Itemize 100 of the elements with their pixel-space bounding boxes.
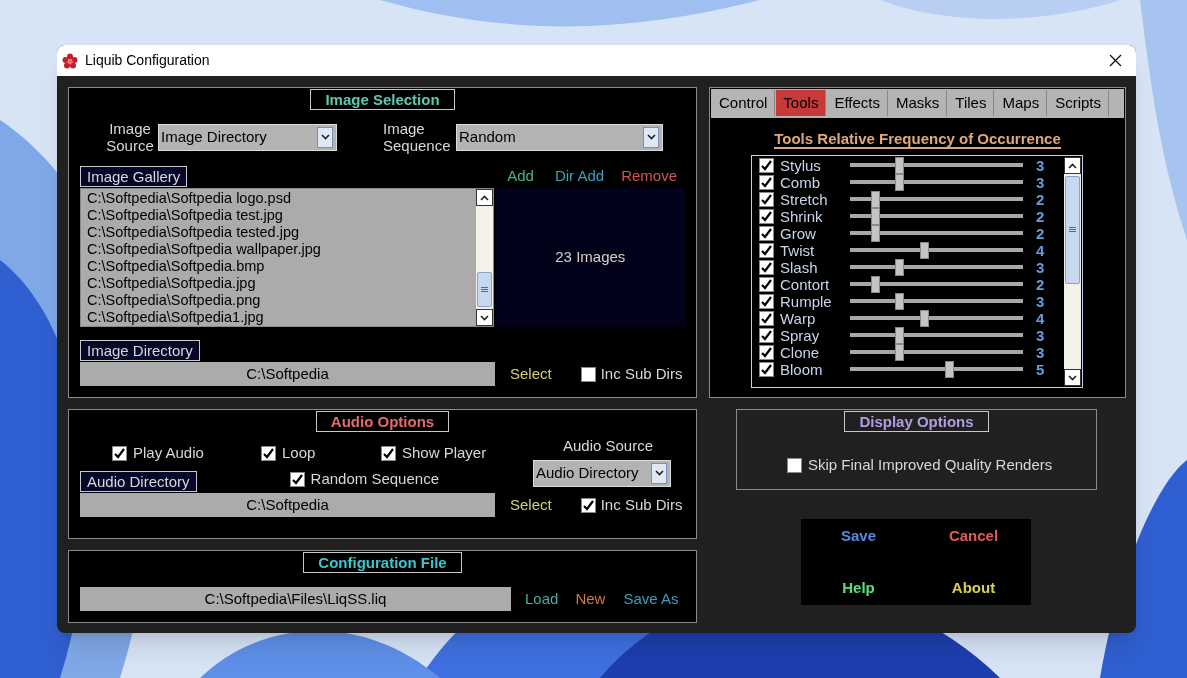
- checkbox[interactable]: [759, 243, 774, 258]
- checkbox[interactable]: [759, 345, 774, 360]
- gallery-item[interactable]: C:\Softpedia\Softpedia.png: [87, 292, 476, 309]
- checkbox-label: Loop: [282, 442, 316, 463]
- scroll-up-button[interactable]: [475, 189, 493, 206]
- window-title: Liquib Configuration: [85, 51, 210, 70]
- tool-name: Warp: [780, 310, 817, 327]
- slider-thumb[interactable]: [895, 344, 905, 361]
- tool-name: Twist: [780, 242, 816, 259]
- close-icon[interactable]: [1109, 54, 1122, 67]
- checkbox[interactable]: [759, 294, 774, 309]
- scrollbar-thumb[interactable]: [476, 272, 492, 307]
- gallery-item[interactable]: C:\Softpedia\Softpedia.jpg: [87, 275, 476, 292]
- image-count: 23 Images: [555, 247, 626, 268]
- checkbox-label: Show Player: [402, 442, 487, 463]
- dialog-button[interactable]: About: [949, 576, 998, 599]
- tool-name: Shrink: [780, 208, 824, 225]
- gallery-item[interactable]: C:\Softpedia\Softpedia tested.jpg: [87, 224, 476, 241]
- checkbox[interactable]: [759, 158, 774, 173]
- tool-name: Slash: [780, 259, 819, 276]
- action-link[interactable]: New: [575, 587, 606, 611]
- slider-thumb[interactable]: [944, 361, 954, 378]
- checkbox[interactable]: [261, 445, 276, 461]
- grip-icon: [480, 286, 488, 293]
- tab[interactable]: Tools: [776, 90, 827, 116]
- checkbox[interactable]: [759, 311, 774, 326]
- slider-thumb[interactable]: [895, 327, 905, 344]
- gallery-item[interactable]: C:\Softpedia\Softpedia logo.psd: [87, 190, 476, 207]
- tool-name: Rumple: [780, 293, 833, 310]
- action-link[interactable]: Add: [507, 164, 534, 187]
- scroll-down-button[interactable]: [1064, 369, 1081, 386]
- checkbox[interactable]: [759, 277, 774, 292]
- scroll-up-button[interactable]: [1064, 157, 1081, 174]
- scrollbar[interactable]: [475, 189, 493, 326]
- checkbox-label: Inc Sub Dirs: [600, 494, 683, 515]
- section-title: Audio Options: [315, 411, 450, 432]
- section-title: Image Selection: [310, 89, 455, 110]
- dialog-button[interactable]: Cancel: [946, 525, 1001, 548]
- action-link[interactable]: Dir Add: [554, 164, 605, 187]
- tool-name: Bloom: [780, 361, 824, 378]
- scrollbar[interactable]: [1064, 157, 1081, 386]
- checkbox[interactable]: [759, 260, 774, 275]
- tool-name: Comb: [780, 174, 821, 191]
- checkbox-label: Random Sequence: [310, 469, 439, 490]
- action-link[interactable]: Save As: [623, 587, 679, 611]
- slider-thumb[interactable]: [895, 293, 905, 310]
- tool-value: 4: [1036, 310, 1046, 327]
- select-link[interactable]: Select: [510, 493, 552, 517]
- scroll-down-button[interactable]: [475, 309, 493, 326]
- grip-icon: [1069, 227, 1076, 233]
- slider-thumb[interactable]: [870, 276, 880, 293]
- slider-thumb[interactable]: [895, 174, 905, 191]
- gallery-item[interactable]: C:\Softpedia\Softpedia wallpaper.jpg: [87, 241, 476, 258]
- dialog-button[interactable]: Save: [838, 525, 878, 548]
- checkbox[interactable]: [759, 209, 774, 224]
- scrollbar-thumb[interactable]: [1065, 176, 1080, 284]
- action-link[interactable]: Load: [525, 587, 559, 611]
- slider-thumb[interactable]: [895, 259, 905, 276]
- slider-thumb[interactable]: [895, 157, 905, 174]
- checkbox[interactable]: [759, 362, 774, 377]
- slider-thumb[interactable]: [920, 310, 930, 327]
- section-title: Configuration File: [303, 552, 462, 573]
- checkbox[interactable]: [759, 175, 774, 190]
- tool-value: 3: [1036, 157, 1046, 174]
- checkbox[interactable]: [787, 457, 802, 473]
- checkbox[interactable]: [759, 328, 774, 343]
- flower-logo-icon: [62, 52, 78, 69]
- checkbox[interactable]: [381, 445, 396, 461]
- tool-value: 2: [1036, 276, 1046, 293]
- tool-name: Stretch: [780, 191, 829, 208]
- checkbox[interactable]: [759, 226, 774, 241]
- dialog-button[interactable]: Help: [840, 576, 877, 599]
- tool-name: Stylus: [780, 157, 822, 174]
- action-link[interactable]: Remove: [621, 164, 677, 187]
- gallery-item[interactable]: C:\Softpedia\Softpedia.bmp: [87, 258, 476, 275]
- checkbox[interactable]: [289, 472, 305, 487]
- select-link[interactable]: Select: [510, 362, 552, 386]
- gallery-item[interactable]: C:\Softpedia\Softpedia test.jpg: [87, 207, 476, 224]
- image-sequence-dropdown[interactable]: Random: [456, 123, 663, 151]
- checkbox[interactable]: [112, 445, 127, 461]
- slider-thumb[interactable]: [920, 242, 930, 259]
- slider-thumb[interactable]: [870, 191, 880, 208]
- gallery-item[interactable]: C:\Softpedia\Softpedia1.jpg: [87, 309, 476, 326]
- tool-value: 3: [1036, 327, 1046, 344]
- tool-value: 3: [1036, 344, 1046, 361]
- image-source-dropdown[interactable]: Image Directory: [158, 123, 337, 151]
- checkbox[interactable]: [759, 192, 774, 207]
- field-label: Image Source: [105, 120, 155, 154]
- audio-directory-field[interactable]: C:\Softpedia: [80, 493, 495, 517]
- slider-thumb[interactable]: [870, 225, 880, 242]
- checkbox[interactable]: [580, 366, 596, 382]
- audio-source-dropdown[interactable]: Audio Directory: [533, 459, 671, 487]
- field-label: Image Directory: [80, 340, 200, 361]
- config-path-field[interactable]: C:\Softpedia\Files\LiqSS.liq: [80, 587, 511, 611]
- slider-thumb[interactable]: [870, 208, 880, 225]
- checkbox[interactable]: [580, 497, 596, 513]
- checkbox-label: Play Audio: [133, 442, 204, 463]
- checkbox-label: Inc Sub Dirs: [600, 363, 683, 384]
- image-directory-field[interactable]: C:\Softpedia: [80, 362, 495, 386]
- tool-value: 2: [1036, 208, 1046, 225]
